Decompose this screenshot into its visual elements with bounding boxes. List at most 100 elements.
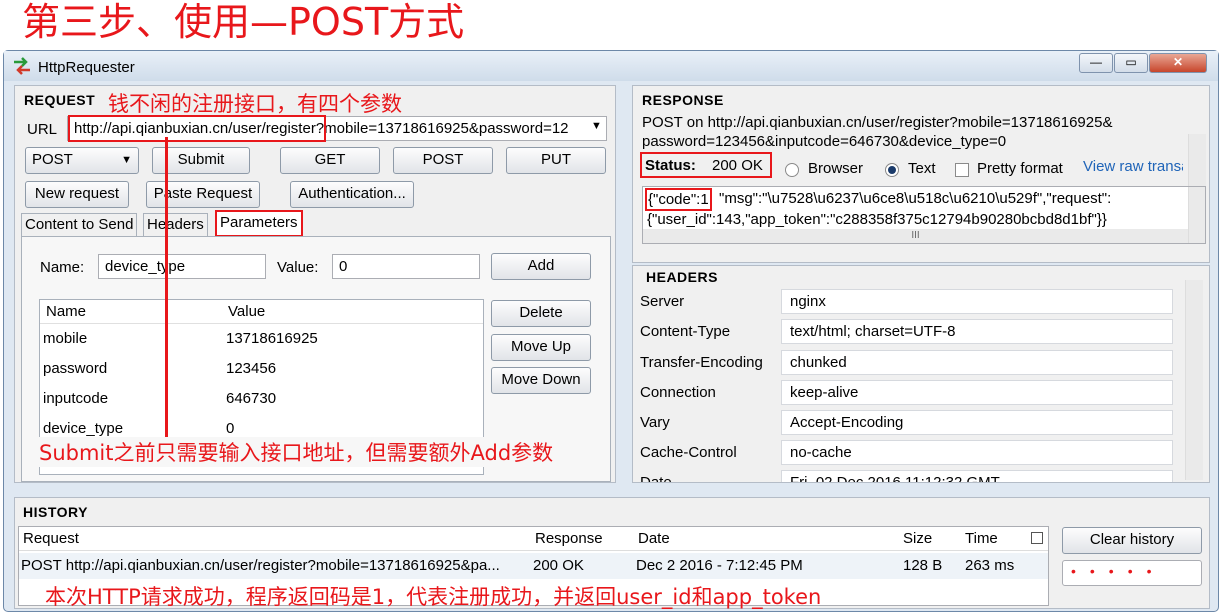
response-body[interactable]: {"code":1 "msg":"\u7528\u6237\u6ce8\u518… (642, 186, 1206, 244)
request-section-label: REQUEST (24, 92, 96, 108)
param-value-label: Value: (277, 259, 319, 276)
response-info-scrollbar[interactable] (1188, 134, 1206, 188)
param-row-value[interactable]: 646730 (226, 390, 276, 407)
headers-section-label: HEADERS (646, 269, 718, 285)
method-dropdown-icon: ▼ (121, 154, 132, 166)
put-button[interactable]: PUT (506, 147, 606, 174)
close-button[interactable]: ✕ (1149, 53, 1207, 73)
header-key: Content-Type (640, 323, 731, 340)
request-panel: REQUEST 钱不闲的注册接口，有四个参数 URL http://api.qi… (14, 85, 616, 483)
header-value[interactable]: nginx (781, 289, 1173, 314)
param-col-name: Name (46, 303, 87, 320)
url-label: URL (27, 121, 58, 138)
param-name-input[interactable]: device_type (98, 254, 266, 279)
url-dropdown-icon[interactable]: ▼ (591, 120, 602, 132)
header-key: Transfer-Encoding (640, 354, 763, 371)
move-down-button[interactable]: Move Down (491, 367, 591, 394)
response-request-line2: password=123456&inputcode=646730&device_… (642, 133, 1007, 150)
view-raw-transaction-link[interactable]: View raw transaction (1083, 158, 1183, 175)
status-value: 200 OK (712, 157, 763, 174)
header-value[interactable]: keep-alive (781, 380, 1173, 405)
response-body-vscrollbar[interactable] (1188, 187, 1205, 243)
response-body-line2: {"user_id":143,"app_token":"c288358f375c… (647, 211, 1107, 228)
browser-label: Browser (808, 160, 864, 177)
history-col-time[interactable]: Time (965, 530, 998, 547)
header-value[interactable]: text/html; charset=UTF-8 (781, 319, 1173, 344)
delete-param-button[interactable]: Delete (491, 300, 591, 327)
add-param-button[interactable]: Add (491, 253, 591, 280)
param-col-value: Value (228, 303, 266, 320)
pretty-format-label: Pretty format (977, 160, 1063, 177)
response-code-highlight: {"code":1 (645, 188, 712, 211)
browser-radio[interactable] (785, 163, 799, 177)
minimize-button[interactable]: — (1079, 53, 1113, 73)
response-body-line1: "msg":"\u7528\u6237\u6ce8\u518c\u6210\u5… (719, 190, 1112, 207)
header-key: Server (640, 293, 685, 310)
tab-headers[interactable]: Headers (143, 213, 208, 237)
history-col-date[interactable]: Date (638, 530, 670, 547)
page-headline: 第三步、使用—POST方式 (22, 0, 465, 44)
response-section-label: RESPONSE (642, 92, 724, 108)
method-select[interactable]: POST ▼ (25, 147, 139, 174)
history-col-request[interactable]: Request (23, 530, 79, 547)
param-row-name[interactable]: inputcode (43, 390, 108, 407)
clear-history-button[interactable]: Clear history (1062, 527, 1202, 554)
red-dots-icon: ••••• (1071, 563, 1166, 579)
column-picker-icon[interactable] (1031, 532, 1043, 544)
header-key: Cache-Control (640, 444, 737, 461)
param-row-value[interactable]: 0 (226, 420, 234, 437)
maximize-button[interactable]: ▭ (1114, 53, 1148, 73)
history-row-request: POST http://api.qianbuxian.cn/user/regis… (21, 557, 500, 574)
get-button[interactable]: GET (280, 147, 380, 174)
tab-content-to-send[interactable]: Content to Send (21, 213, 138, 237)
history-section-label: HISTORY (23, 504, 88, 520)
annotation-submit-hint: Submit之前只需要输入接口地址，但需要额外Add参数 (39, 437, 554, 467)
httprequester-window: HttpRequester — ▭ ✕ REQUEST 钱不闲的注册接口，有四个… (3, 50, 1219, 612)
history-col-size[interactable]: Size (903, 530, 932, 547)
status-box: Status: 200 OK (640, 152, 772, 178)
response-request-line1: POST on http://api.qianbuxian.cn/user/re… (642, 114, 1113, 131)
param-row-name[interactable]: password (43, 360, 107, 377)
param-row-name[interactable]: mobile (43, 330, 87, 347)
param-value-input[interactable]: 0 (332, 254, 480, 279)
response-panel: RESPONSE POST on http://api.qianbuxian.c… (632, 85, 1210, 263)
header-key: Vary (640, 414, 670, 431)
tab-parameters[interactable]: Parameters (215, 210, 303, 237)
pretty-format-checkbox[interactable] (955, 163, 969, 177)
app-arrows-icon (14, 57, 30, 75)
annotation-history-success: 本次HTTP请求成功，程序返回码是1，代表注册成功，并返回user_id和app… (45, 585, 822, 609)
history-table-header: Request Response Date Size Time (19, 527, 1048, 551)
history-col-response[interactable]: Response (535, 530, 603, 547)
response-hscrollbar[interactable]: III (643, 229, 1188, 243)
param-row-value[interactable]: 13718616925 (226, 330, 318, 347)
post-button[interactable]: POST (393, 147, 493, 174)
history-row-time: 263 ms (965, 557, 1015, 574)
response-headers-panel: HEADERS Server nginx Content-Type text/h… (632, 265, 1210, 483)
move-up-button[interactable]: Move Up (491, 334, 591, 361)
header-value[interactable]: Fri, 02 Dec 2016 11:12:32 GMT (781, 470, 1173, 482)
text-radio[interactable] (885, 163, 899, 177)
header-value[interactable]: chunked (781, 350, 1173, 375)
history-panel: HISTORY Request Response Date Size Time … (14, 497, 1210, 609)
param-name-label: Name: (40, 259, 85, 276)
paste-request-button[interactable]: Paste Request (146, 181, 260, 208)
new-request-button[interactable]: New request (25, 181, 129, 208)
param-table-header: Name Value (40, 300, 483, 324)
header-value[interactable]: no-cache (781, 440, 1173, 465)
history-row-response: 200 OK (533, 557, 584, 574)
status-label: Status: (645, 157, 696, 174)
method-value: POST (32, 151, 73, 168)
header-key: Connection (640, 384, 716, 401)
history-row[interactable]: POST http://api.qianbuxian.cn/user/regis… (19, 553, 1048, 579)
param-row-value[interactable]: 123456 (226, 360, 276, 377)
text-label: Text (908, 160, 936, 177)
header-value[interactable]: Accept-Encoding (781, 410, 1173, 435)
header-key: Date (640, 474, 672, 483)
title-bar: HttpRequester — ▭ ✕ (4, 51, 1218, 81)
annotation-register-api: 钱不闲的注册接口，有四个参数 (108, 92, 402, 116)
param-row-name[interactable]: device_type (43, 420, 123, 437)
url-highlight-box (68, 115, 326, 142)
authentication-button[interactable]: Authentication... (290, 181, 414, 208)
headers-scrollbar[interactable] (1185, 280, 1203, 480)
history-extra-box[interactable]: ••••• (1062, 560, 1202, 586)
